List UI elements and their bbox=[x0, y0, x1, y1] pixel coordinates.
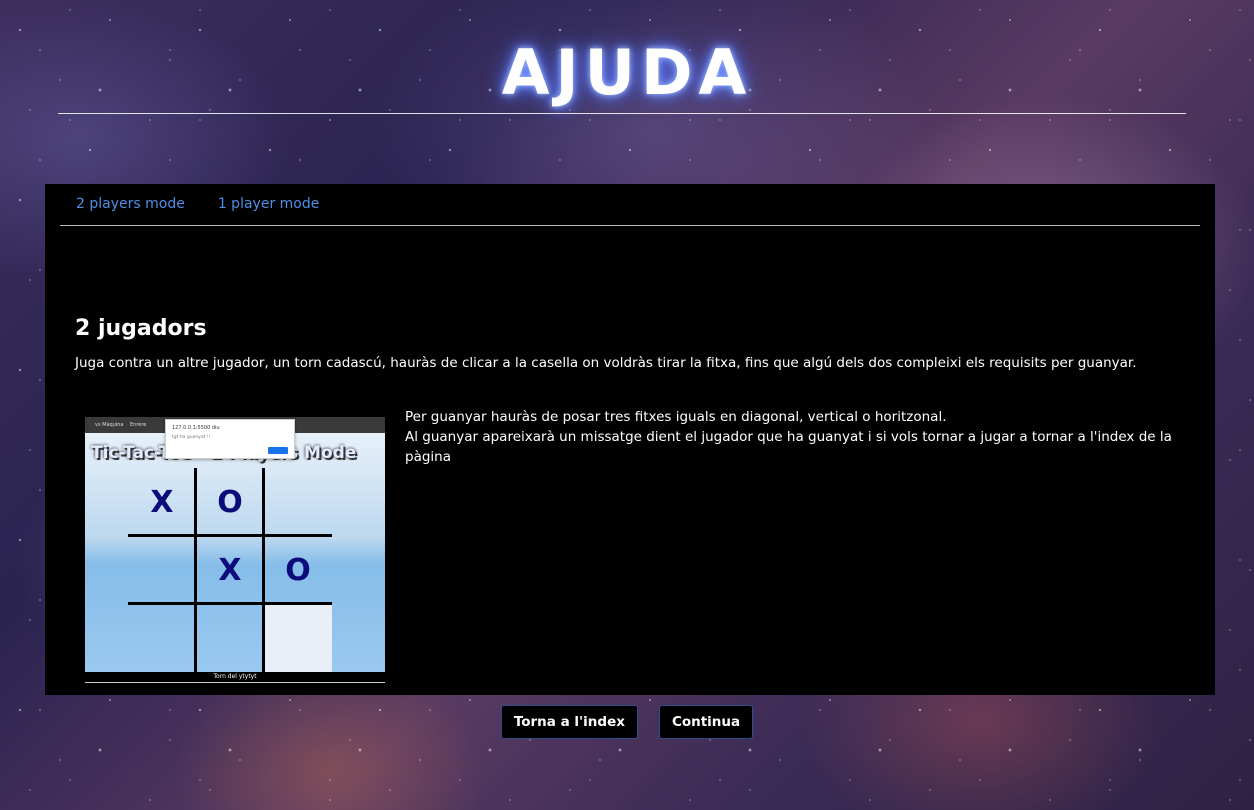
tabs-divider bbox=[60, 225, 1200, 226]
tab-2-players-mode[interactable]: 2 players mode bbox=[76, 196, 185, 212]
screenshot-dialog-host: 127.0.0.1:5500 diu bbox=[172, 425, 220, 431]
screenshot-turn-text: Torn del ytytyt bbox=[213, 673, 257, 680]
tab-1-player-mode[interactable]: 1 player mode bbox=[218, 196, 320, 212]
board-cell: X bbox=[218, 552, 242, 588]
screenshot-board: X O X O bbox=[128, 468, 332, 672]
screenshot-nav-item: vs Màquina bbox=[95, 422, 124, 428]
win-instructions-line: Al guanyar apareixarà un missatge dient … bbox=[405, 429, 1172, 465]
screenshot-footer-rule bbox=[85, 682, 385, 683]
screenshot-footer: Torn del ytytyt bbox=[85, 672, 385, 685]
win-instructions: Per guanyar hauràs de posar tres fitxes … bbox=[405, 407, 1200, 467]
page-title: AJUDA bbox=[501, 36, 753, 109]
screenshot-dialog-ok bbox=[268, 447, 288, 454]
game-screenshot-image: vs Màquina Enrere Tic-Tac-Toe - 2 Player… bbox=[85, 417, 385, 685]
screenshot-nav-item: Enrere bbox=[130, 422, 147, 428]
board-cell bbox=[128, 536, 196, 604]
title-divider bbox=[58, 113, 1186, 114]
board-cell: O bbox=[217, 484, 243, 520]
board-cell bbox=[128, 604, 196, 672]
win-instructions-line: Per guanyar hauràs de posar tres fitxes … bbox=[405, 409, 947, 425]
board-cell: X bbox=[150, 484, 174, 520]
help-panel: 2 players mode 1 player mode 2 jugadors … bbox=[45, 184, 1215, 695]
section-title: 2 jugadors bbox=[75, 316, 207, 341]
board-cell bbox=[196, 604, 264, 672]
section-description: Juga contra un altre jugador, un torn ca… bbox=[75, 355, 1137, 371]
continue-button[interactable]: Continua bbox=[658, 705, 754, 739]
board-cell bbox=[264, 468, 332, 536]
mode-tabs: 2 players mode 1 player mode bbox=[76, 196, 319, 212]
back-to-index-button[interactable]: Torna a l'index bbox=[500, 705, 638, 739]
board-cell bbox=[264, 604, 332, 672]
screenshot-dialog-message: tgt ha guanyat !! bbox=[172, 435, 211, 440]
navigation-buttons: Torna a l'index Continua bbox=[0, 705, 1254, 739]
screenshot-alert-dialog: 127.0.0.1:5500 diu tgt ha guanyat !! bbox=[165, 419, 295, 459]
board-cell: O bbox=[285, 552, 311, 588]
